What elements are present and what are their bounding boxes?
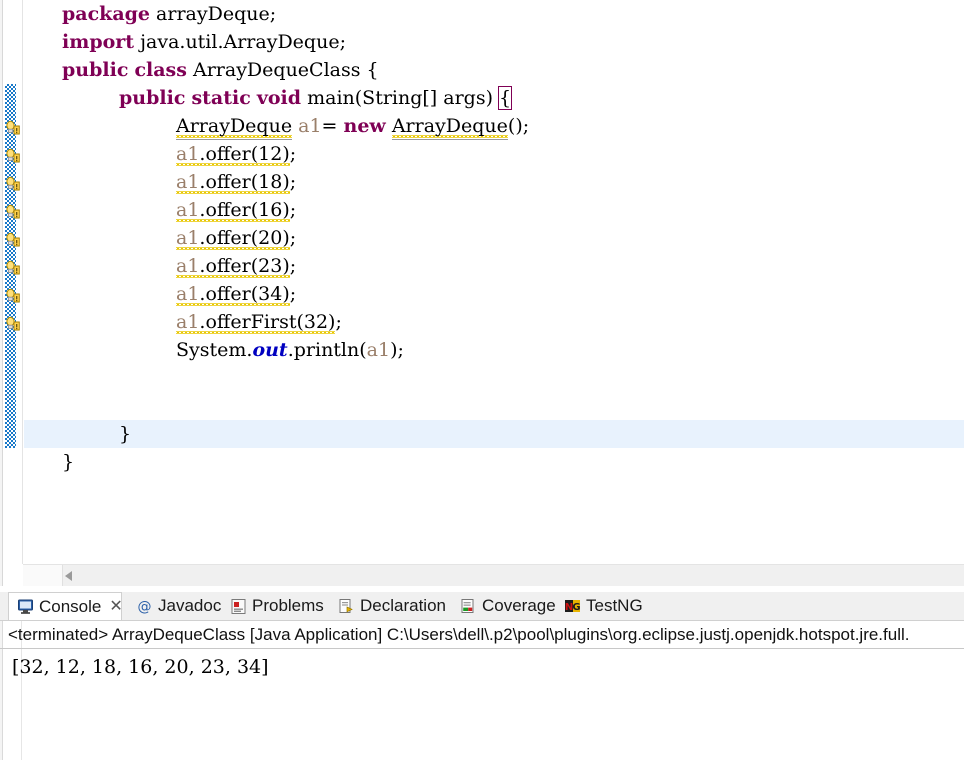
tab-coverage[interactable]: Coverage	[452, 592, 556, 620]
tab-problems[interactable]: Problems	[222, 592, 330, 620]
view-tab-bar[interactable]: Console ✕ @ Javadoc Problems Declaration Cover…	[0, 592, 964, 620]
code-token-plain: ;	[289, 199, 297, 221]
coverage-icon	[460, 598, 477, 615]
code-token-plain: ;	[335, 311, 342, 333]
tab-label: Coverage	[482, 596, 556, 615]
code-text-area[interactable]: package arrayDeque; import java.util.Arra…	[24, 0, 964, 564]
console-left-rail	[0, 621, 3, 760]
tab-label: Problems	[252, 596, 324, 615]
code-token-plain-warn: .offer(12)	[199, 143, 290, 165]
code-token-plain-warn: .offer(16)	[199, 199, 290, 221]
code-token-plain-warn: .offer(18)	[199, 171, 290, 193]
code-line[interactable]: import java.util.ArrayDeque;	[62, 28, 346, 56]
console-body[interactable]: <terminated> ArrayDequeClass [Java Appli…	[0, 620, 964, 760]
code-token-kw: import	[62, 31, 135, 53]
console-monitor-icon	[17, 598, 34, 615]
svg-text:G: G	[572, 602, 580, 613]
code-token-plain: arrayDeque;	[150, 3, 277, 25]
code-token-var-warn: a1	[176, 255, 200, 277]
scrollbar-track-left	[23, 565, 63, 587]
tab-declaration[interactable]: Declaration	[330, 592, 452, 620]
tab-label: TestNG	[586, 596, 643, 615]
code-token-plain: ArrayDequeClass {	[186, 59, 379, 81]
code-token-plain: .println(	[287, 339, 367, 361]
process-status-line: <terminated> ArrayDequeClass [Java Appli…	[8, 625, 910, 644]
code-token-var-warn: a1	[176, 171, 200, 193]
code-token-plain: System.	[176, 339, 253, 361]
code-line[interactable]: a1.offer(16);	[176, 196, 296, 224]
code-line[interactable]: }	[119, 420, 131, 448]
code-token-sfield: out	[252, 339, 288, 361]
code-line[interactable]: a1.offerFirst(32);	[176, 308, 342, 336]
console-output-text: [32, 12, 18, 16, 20, 23, 34]	[12, 656, 269, 678]
code-token-kw: new	[343, 115, 386, 137]
triangle-left-icon[interactable]	[65, 571, 72, 581]
code-token-plain: main(String[] args)	[301, 87, 500, 109]
code-token-kw: package	[62, 3, 151, 25]
code-token-plain-warn: .offer(23)	[199, 255, 290, 277]
code-token-typ-warn: ArrayDeque	[176, 115, 293, 140]
code-line[interactable]: a1.offer(20);	[176, 224, 296, 252]
close-icon[interactable]: ✕	[109, 598, 122, 615]
code-line[interactable]: public class ArrayDequeClass {	[62, 56, 379, 84]
code-token-bracket: {	[498, 86, 513, 110]
code-line[interactable]: }	[62, 448, 74, 476]
eclipse-ide-window: 123456789101112131415161718 package arra…	[0, 0, 964, 760]
code-token-var-warn: a1	[176, 311, 200, 333]
tab-testng[interactable]: N G TestNG	[556, 592, 646, 620]
code-token-typ-warn: ArrayDeque	[391, 115, 508, 140]
code-token-kw: void	[256, 87, 302, 109]
tab-label: Declaration	[360, 596, 446, 615]
code-line[interactable]: ArrayDeque a1= new ArrayDeque();	[176, 112, 529, 140]
code-token-plain: ;	[289, 143, 297, 165]
code-token-plain: }	[62, 451, 75, 473]
code-token-plain-warn: .offer(34)	[199, 283, 290, 305]
code-line[interactable]: System.out.println(a1);	[176, 336, 404, 364]
code-token-kw: static	[191, 87, 251, 109]
code-token-var-warn: a1	[176, 143, 200, 165]
code-line[interactable]: a1.offer(12);	[176, 140, 296, 168]
tab-label: Javadoc	[158, 596, 222, 615]
code-token-plain-warn: .offerFirst(32)	[199, 311, 336, 333]
code-token-plain: ;	[289, 227, 297, 249]
code-token-plain: =	[321, 115, 344, 137]
code-token-plain: ;	[289, 255, 297, 277]
code-line[interactable]: a1.offer(23);	[176, 252, 296, 280]
problems-icon	[230, 598, 247, 615]
tab-console[interactable]: Console ✕	[8, 592, 123, 620]
code-token-plain: }	[119, 423, 132, 445]
declaration-icon	[338, 598, 355, 615]
code-line[interactable]: package arrayDeque;	[62, 0, 276, 28]
code-token-var: a1	[298, 115, 322, 137]
code-token-var-warn: a1	[176, 199, 200, 221]
java-source-editor[interactable]: 123456789101112131415161718 package arra…	[0, 0, 964, 588]
code-token-var-warn: a1	[176, 283, 200, 305]
current-line-highlight	[24, 420, 964, 448]
svg-text:@: @	[138, 599, 152, 615]
code-token-kw: class	[134, 59, 187, 81]
testng-icon: NG	[564, 598, 581, 615]
tab-label: Console	[39, 596, 102, 616]
javadoc-at-icon: @	[136, 598, 153, 615]
code-token-var-warn: a1	[176, 227, 200, 249]
code-token-var: a1	[366, 339, 391, 361]
process-line-divider	[0, 648, 964, 649]
code-token-plain: ;	[289, 283, 297, 305]
code-token-kw: public	[119, 87, 186, 109]
code-line[interactable]: a1.offer(34);	[176, 280, 296, 308]
console-view: Console ✕ @ Javadoc Problems Declaration Cover…	[0, 592, 964, 760]
code-token-plain-warn: .offer(20)	[199, 227, 290, 249]
code-token-kw: public	[62, 59, 129, 81]
code-line[interactable]: a1.offer(18);	[176, 168, 296, 196]
code-line[interactable]: public static void main(String[] args) {	[119, 84, 513, 112]
code-token-plain: );	[390, 339, 404, 361]
code-token-plain: ;	[289, 171, 297, 193]
code-token-plain: ();	[507, 115, 530, 137]
tab-javadoc[interactable]: @ Javadoc	[128, 592, 222, 620]
code-token-plain: java.util.ArrayDeque;	[134, 31, 346, 53]
editor-bottom-border	[0, 586, 964, 588]
editor-horizontal-scrollbar[interactable]	[23, 564, 964, 587]
